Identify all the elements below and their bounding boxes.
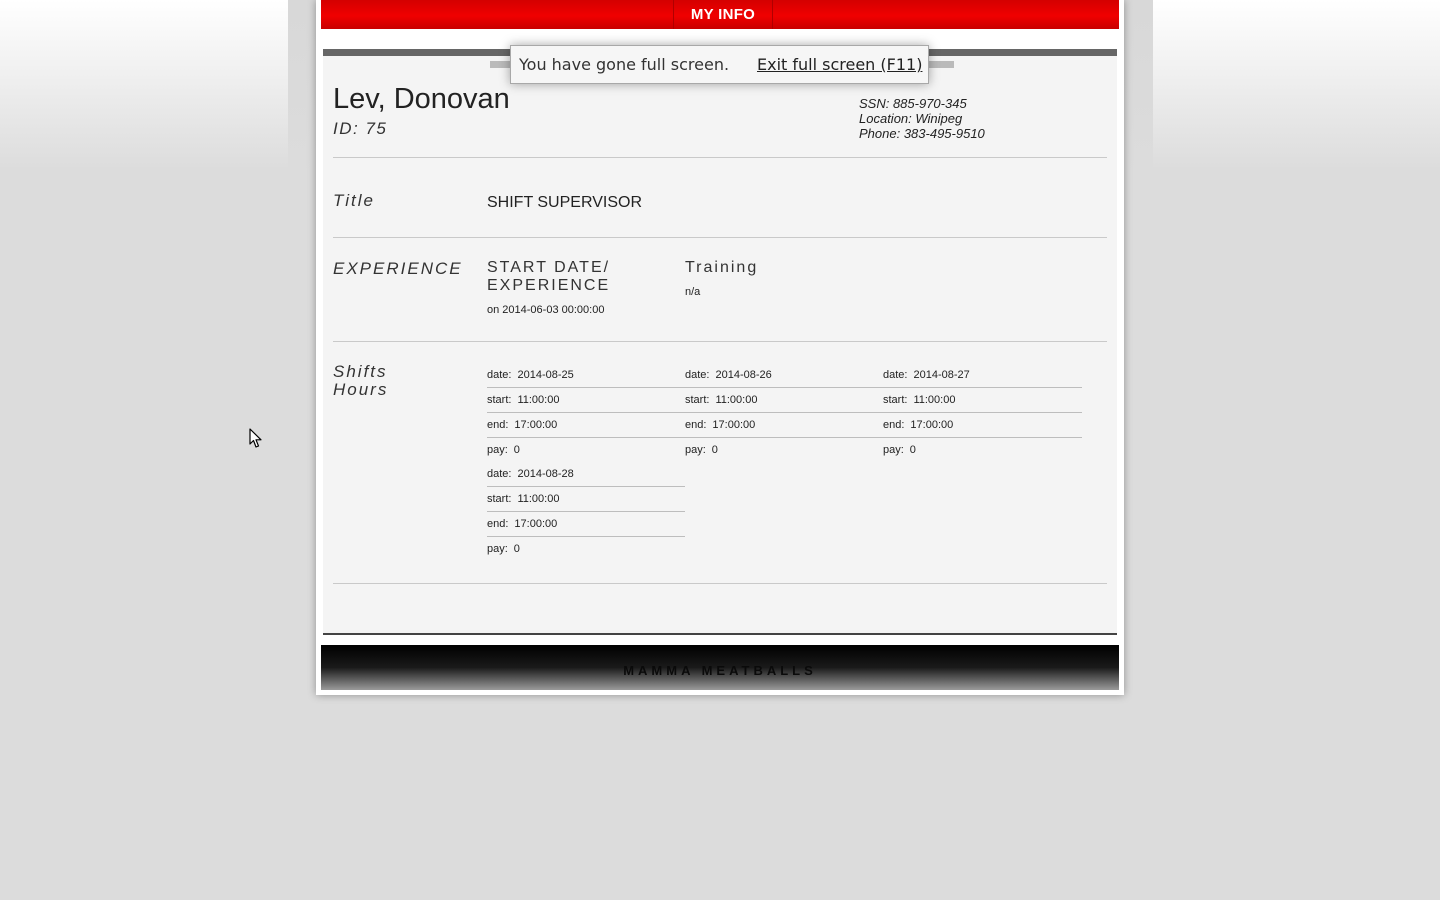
shift-end: 17:00:00: [514, 518, 558, 530]
shift-start-row: start: 11:00:00: [487, 388, 685, 413]
nav-my-info[interactable]: MY INFO: [673, 0, 773, 29]
shift-date-row: date: 2014-08-26: [685, 363, 883, 388]
shift-start-row: start: 11:00:00: [883, 388, 1082, 413]
shift-pay: 0: [909, 444, 916, 456]
shift-card: date: 2014-08-26 start: 11:00:00 end: 17:00…: [685, 363, 883, 463]
hours-label: Hours: [333, 380, 389, 399]
ssn-text: SSN: 885-970-345: [859, 96, 967, 111]
shift-pay-row: pay: 0: [685, 438, 883, 463]
start-key: start:: [883, 394, 908, 406]
title-section-label: Title: [333, 191, 375, 210]
top-navigation-bar: MY INFO: [321, 0, 1119, 29]
divider: [333, 583, 1107, 584]
employee-id: ID: 75: [333, 119, 388, 138]
date-key: date:: [487, 468, 512, 480]
phone-text: Phone: 383-495-9510: [859, 126, 985, 141]
shifts-label: Shifts: [333, 362, 388, 381]
start-date-heading: START DATE/ EXPERIENCE: [487, 259, 611, 294]
shift-date-row: date: 2014-08-28: [487, 462, 685, 487]
shift-date: 2014-08-26: [715, 369, 772, 381]
shift-date: 2014-08-25: [517, 369, 574, 381]
pay-key: pay:: [685, 444, 706, 456]
location-text: Location: Winipeg: [859, 111, 963, 126]
shift-start: 11:00:00: [517, 394, 560, 406]
start-date-value: on 2014-06-03 00:00:00: [487, 304, 605, 316]
divider: [333, 157, 1107, 158]
end-key: end:: [685, 419, 707, 431]
training-value: n/a: [685, 286, 701, 298]
contact-info: SSN: 885-970-345 Location: Winipeg Phone…: [859, 96, 985, 141]
shift-card: date: 2014-08-25 start: 11:00:00 end: 17:00…: [487, 363, 685, 463]
employee-profile-panel: Lev, Donovan ID: 75 SSN: 885-970-345 Loc…: [323, 49, 1117, 635]
shift-end: 17:00:00: [514, 419, 558, 431]
shift-pay-row: pay: 0: [487, 438, 685, 463]
shift-end-row: end: 17:00:00: [487, 512, 685, 537]
shift-card: date: 2014-08-27 start: 11:00:00 end: 17:00…: [883, 363, 1082, 463]
shift-end-row: end: 17:00:00: [883, 413, 1082, 438]
shift-pay-row: pay: 0: [883, 438, 1082, 463]
pay-key: pay:: [487, 444, 508, 456]
date-key: date:: [883, 369, 908, 381]
training-heading: Training: [685, 259, 759, 276]
shift-pay: 0: [513, 444, 520, 456]
shift-date: 2014-08-28: [517, 468, 574, 480]
start-key: start:: [487, 493, 512, 505]
footer-brand: MAMMA MEATBALLS: [321, 645, 1119, 690]
shifts-section-label: Shifts Hours: [333, 363, 388, 399]
shift-start: 11:00:00: [715, 394, 758, 406]
shift-start-row: start: 11:00:00: [487, 487, 685, 512]
end-key: end:: [883, 419, 905, 431]
shift-pay-row: pay: 0: [487, 537, 685, 562]
pay-key: pay:: [487, 543, 508, 555]
date-key: date:: [685, 369, 710, 381]
fullscreen-notice: You have gone full screen. Exit full scr…: [510, 45, 929, 84]
shift-pay: 0: [711, 444, 718, 456]
shift-card: date: 2014-08-28 start: 11:00:00 end: 17:00…: [487, 462, 685, 562]
date-key: date:: [487, 369, 512, 381]
shift-date-row: date: 2014-08-25: [487, 363, 685, 388]
shift-date-row: date: 2014-08-27: [883, 363, 1082, 388]
divider: [333, 237, 1107, 238]
fullscreen-message: You have gone full screen.: [519, 55, 730, 74]
shift-end: 17:00:00: [712, 419, 756, 431]
end-key: end:: [487, 518, 509, 530]
notice-shadow-right: [926, 61, 954, 68]
shift-end-row: end: 17:00:00: [487, 413, 685, 438]
shift-end-row: end: 17:00:00: [685, 413, 883, 438]
mouse-pointer-icon: [249, 428, 262, 448]
start-key: start:: [685, 394, 710, 406]
experience-section-label: EXPERIENCE: [333, 259, 463, 278]
start-key: start:: [487, 394, 512, 406]
job-title-value: SHIFT SUPERVISOR: [487, 194, 642, 211]
shift-pay: 0: [513, 543, 520, 555]
shift-date: 2014-08-27: [913, 369, 970, 381]
shift-start: 11:00:00: [913, 394, 956, 406]
employee-name: Lev, Donovan: [333, 83, 510, 115]
shift-start-row: start: 11:00:00: [685, 388, 883, 413]
divider: [333, 341, 1107, 342]
shift-end: 17:00:00: [910, 419, 954, 431]
pay-key: pay:: [883, 444, 904, 456]
end-key: end:: [487, 419, 509, 431]
shift-start: 11:00:00: [517, 493, 560, 505]
page-container: MY INFO Lev, Donovan ID: 75 SSN: 885-970…: [316, 0, 1124, 695]
exit-fullscreen-link[interactable]: Exit full screen (F11): [757, 55, 922, 74]
